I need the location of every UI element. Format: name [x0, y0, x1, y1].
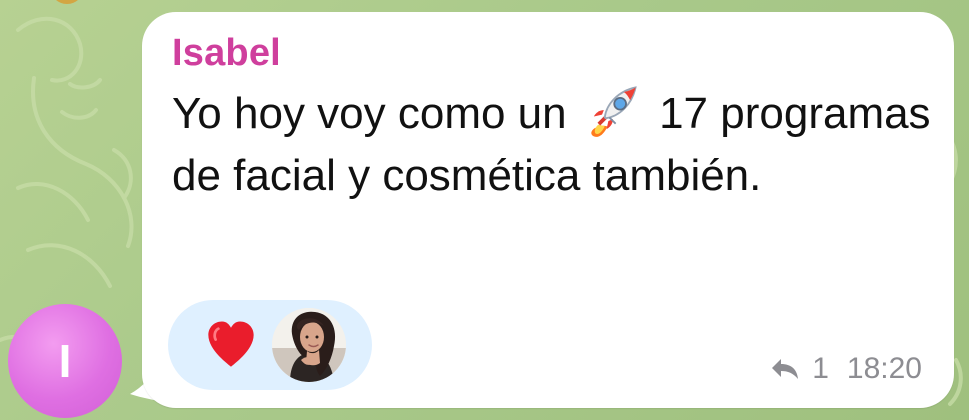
message-text-before-emoji: Yo hoy voy como un — [172, 89, 579, 138]
message-meta: 1 18:20 — [768, 352, 922, 386]
reaction-pill[interactable] — [168, 300, 372, 390]
rocket-emoji-icon — [591, 86, 637, 137]
chat-message-row: I Isabel Yo hoy voy como un 17 programas… — [0, 0, 969, 420]
reply-arrow-icon — [772, 359, 799, 379]
message-time: 18:20 — [846, 352, 922, 385]
message-bubble[interactable]: Isabel Yo hoy voy como un 17 programas d… — [142, 12, 954, 408]
reactor-photo-icon — [272, 308, 346, 382]
sender-name[interactable]: Isabel — [172, 32, 281, 75]
message-text: Yo hoy voy como un 17 programas de facia… — [172, 82, 932, 207]
reactor-avatar[interactable] — [272, 308, 346, 382]
reply-count[interactable]: 1 — [812, 352, 829, 386]
red-heart-icon — [208, 321, 254, 367]
sender-avatar[interactable]: I — [8, 304, 122, 418]
